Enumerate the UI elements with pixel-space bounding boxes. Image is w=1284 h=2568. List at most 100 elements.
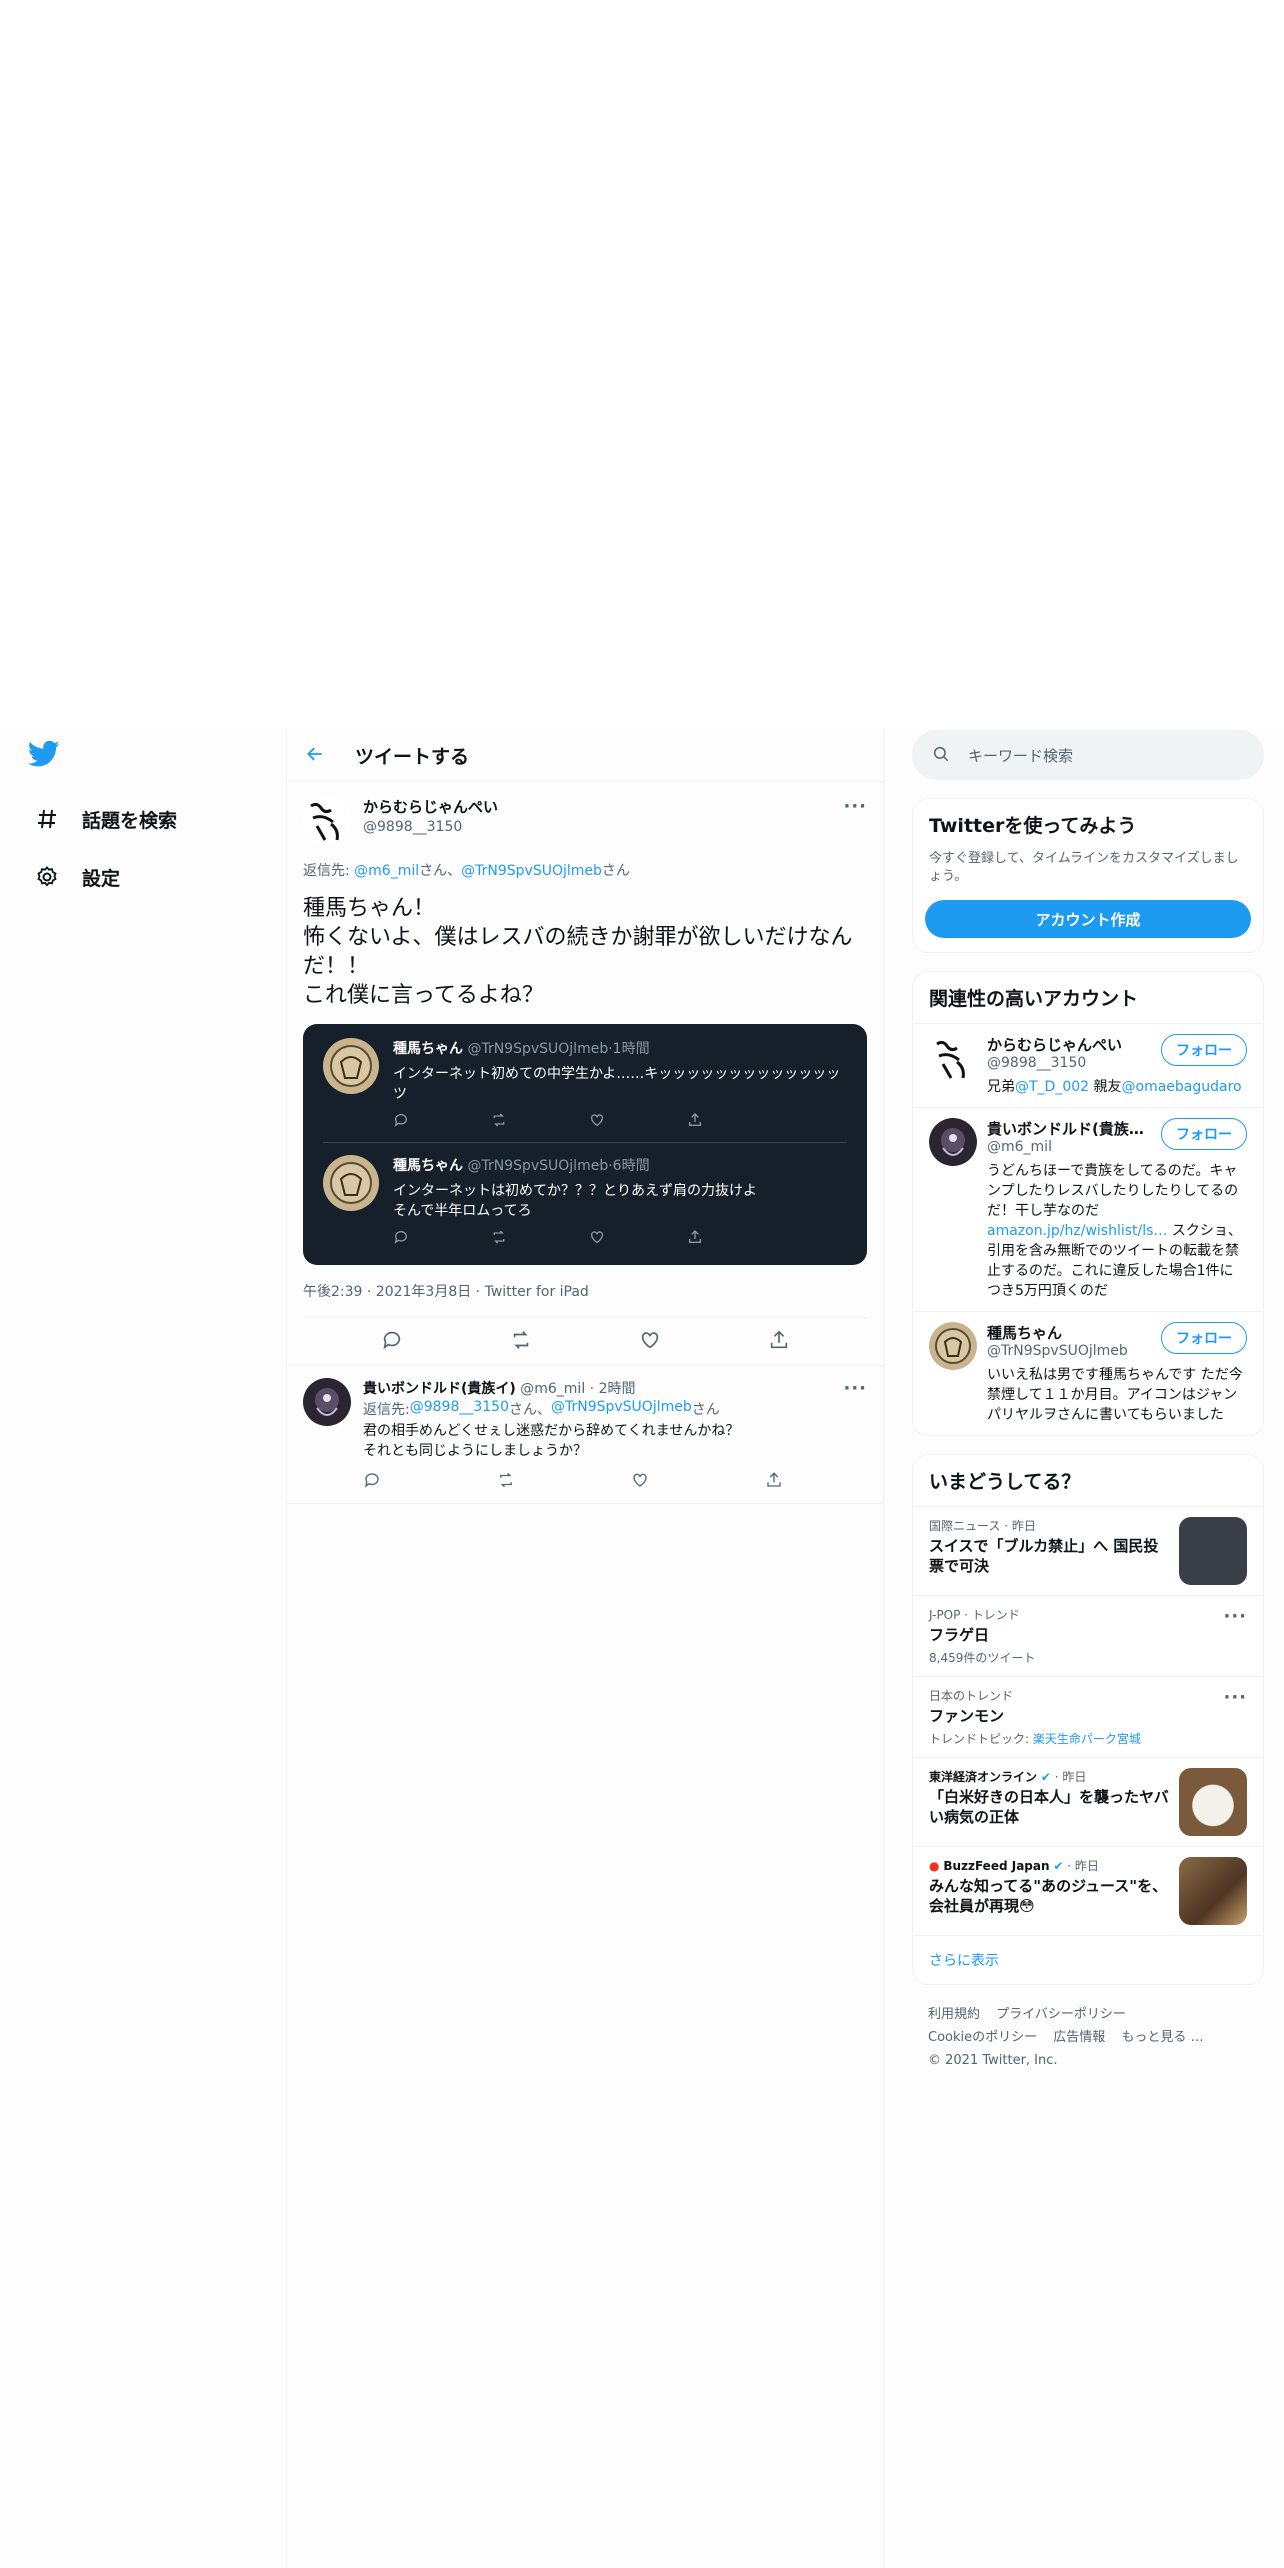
author-handle[interactable]: @9898__3150	[363, 819, 843, 835]
twitter-logo-icon[interactable]	[27, 740, 68, 776]
like-icon[interactable]	[589, 1229, 605, 1249]
trend-item[interactable]: J-POP · トレンド フラゲ日 8,459件のツイート ···	[913, 1595, 1263, 1676]
follow-button[interactable]: フォロー	[1161, 1034, 1247, 1066]
nav-settings[interactable]: 設定	[28, 848, 286, 906]
more-options-icon[interactable]: ···	[1223, 1687, 1247, 1747]
footer-ads-link[interactable]: 広告情報	[1053, 2030, 1105, 2045]
retweet-icon[interactable]	[510, 1329, 532, 1355]
reply-mention-1[interactable]: @m6_mil	[354, 863, 419, 879]
quoted-avatar[interactable]	[323, 1038, 379, 1094]
share-icon[interactable]	[765, 1471, 783, 1493]
footer-more-link[interactable]: もっと見る …	[1121, 2030, 1203, 2045]
quoted-avatar[interactable]	[323, 1155, 379, 1211]
reply-mention-2[interactable]: @TrN9SpvSUOjlmeb	[461, 863, 602, 879]
reply-mention-2[interactable]: @TrN9SpvSUOjlmeb	[551, 1399, 692, 1419]
like-icon[interactable]	[589, 1112, 605, 1132]
footer-privacy-link[interactable]: プライバシーポリシー	[996, 2007, 1126, 2022]
page: 話題を検索 設定 ツイートする からむらじゃんぺい @9898__3150 ··…	[0, 0, 1284, 2568]
retweet-icon[interactable]	[491, 1112, 507, 1132]
blank-top-area	[0, 0, 1284, 730]
reply-sep-2: さん	[691, 1402, 720, 1418]
more-options-icon[interactable]: ···	[843, 1378, 867, 1399]
main-action-bar	[287, 1318, 883, 1366]
reply-icon[interactable]	[381, 1329, 403, 1355]
reply-tweet[interactable]: 貴いボンドルド(貴族イ) @m6_mil · 2時間 ··· 返信先: @989…	[287, 1366, 883, 1504]
hashtag-icon	[32, 804, 62, 834]
quoted-tweet[interactable]: 種馬ちゃん @TrN9SpvSUOjlmeb·1時間 インターネット初めての中学…	[323, 1038, 847, 1142]
account-item[interactable]: 貴いボンドルド(貴族… @m6_mil フォロー うどんちほーで貴族をしてるのだ…	[913, 1107, 1263, 1311]
follow-button[interactable]: フォロー	[1161, 1118, 1247, 1150]
footer-terms-link[interactable]: 利用規約	[928, 2007, 980, 2022]
trend-topic-link[interactable]: 楽天生命パーク宮城	[1033, 1732, 1141, 1746]
retweet-icon[interactable]	[497, 1471, 515, 1493]
account-handle[interactable]: @m6_mil	[987, 1139, 1144, 1155]
bio-text: 兄弟	[987, 1079, 1015, 1095]
account-name[interactable]: 種馬ちゃん	[987, 1322, 1128, 1343]
signup-subtitle: 今すぐ登録して、タイムラインをカスタマイズしましょう。	[929, 851, 1239, 884]
create-account-button[interactable]: アカウント作成	[925, 900, 1251, 938]
trend-meta: 日本のトレンド	[929, 1689, 1014, 1703]
quoted-handle[interactable]: @TrN9SpvSUOjlmeb	[467, 1041, 608, 1057]
avatar[interactable]	[929, 1034, 977, 1082]
quoted-name[interactable]: 種馬ちゃん	[393, 1158, 463, 1174]
author-name[interactable]: からむらじゃんぺい	[363, 796, 843, 817]
avatar[interactable]	[303, 1378, 351, 1426]
trend-item[interactable]: 日本のトレンド ファンモン トレンドトピック: 楽天生命パーク宮城 ···	[913, 1676, 1263, 1757]
account-item[interactable]: 種馬ちゃん @TrN9SpvSUOjlmeb フォロー いいえ私は男です種馬ちゃ…	[913, 1311, 1263, 1435]
account-name[interactable]: 貴いボンドルド(貴族…	[987, 1118, 1144, 1139]
reply-author-handle[interactable]: @m6_mil	[520, 1381, 585, 1397]
share-icon[interactable]	[687, 1112, 703, 1132]
show-more-link[interactable]: さらに表示	[913, 1935, 1263, 1984]
account-handle[interactable]: @TrN9SpvSUOjlmeb	[987, 1343, 1128, 1359]
trend-item[interactable]: ● BuzzFeed Japan ✔ · 昨日 みんな知ってる"あのジュース"を…	[913, 1846, 1263, 1935]
quoted-time[interactable]: ·1時間	[608, 1041, 649, 1057]
trend-item[interactable]: 国際ニュース · 昨日 スイスで「ブルカ禁止」へ 国民投票で可決	[913, 1506, 1263, 1595]
reply-icon[interactable]	[393, 1229, 409, 1249]
avatar[interactable]	[929, 1322, 977, 1370]
account-body: からむらじゃんぺい @9898__3150 フォロー 兄弟@T_D_002 親友…	[987, 1034, 1247, 1097]
reply-prefix: 返信先:	[303, 863, 355, 879]
share-icon[interactable]	[768, 1329, 790, 1355]
related-accounts-card: 関連性の高いアカウント からむらじゃんぺい @9898__3150 フォロー 兄…	[912, 971, 1264, 1436]
reply-text: 君の相手めんどくせぇし迷惑だから辞めてくれませんかね？ それとも同じようにしまし…	[363, 1423, 740, 1459]
quoted-tweet[interactable]: 種馬ちゃん @TrN9SpvSUOjlmeb·6時間 インターネットは初めてか？…	[323, 1142, 847, 1259]
trend-meta: ● BuzzFeed Japan ✔ · 昨日	[929, 1857, 1169, 1874]
avatar[interactable]	[303, 796, 351, 844]
footer-cookie-link[interactable]: Cookieのポリシー	[928, 2030, 1037, 2045]
account-name[interactable]: からむらじゃんぺい	[987, 1034, 1122, 1055]
reply-author-name[interactable]: 貴いボンドルド(貴族イ)	[363, 1381, 516, 1397]
follow-button[interactable]: フォロー	[1161, 1322, 1247, 1354]
quoted-handle[interactable]: @TrN9SpvSUOjlmeb	[467, 1158, 608, 1174]
reply-time[interactable]: · 2時間	[590, 1381, 636, 1397]
account-top: からむらじゃんぺい @9898__3150 フォロー	[987, 1034, 1247, 1071]
reply-mention-1[interactable]: @9898__3150	[410, 1399, 509, 1419]
quoted-name[interactable]: 種馬ちゃん	[393, 1041, 463, 1057]
bio-mention[interactable]: @T_D_002	[1015, 1079, 1089, 1095]
trend-time: · 昨日	[1050, 1770, 1087, 1784]
account-handle[interactable]: @9898__3150	[987, 1055, 1122, 1071]
account-item[interactable]: からむらじゃんぺい @9898__3150 フォロー 兄弟@T_D_002 親友…	[913, 1023, 1263, 1107]
more-options-icon[interactable]: ···	[843, 796, 867, 817]
bio-link[interactable]: amazon.jp/hz/wishlist/ls…	[987, 1223, 1167, 1239]
share-icon[interactable]	[687, 1229, 703, 1249]
bio-mention[interactable]: @omaebagudaro	[1122, 1079, 1242, 1095]
quoted-time[interactable]: ·6時間	[608, 1158, 649, 1174]
nav-explore[interactable]: 話題を検索	[28, 790, 286, 848]
avatar[interactable]	[929, 1118, 977, 1166]
reply-icon[interactable]	[363, 1471, 381, 1493]
trend-item[interactable]: 東洋経済オンライン ✔ · 昨日 「白米好きの日本人」を襲ったヤバい病気の正体	[913, 1757, 1263, 1846]
more-options-icon[interactable]: ···	[1223, 1606, 1247, 1666]
trends-card: いまどうしてる？ 国際ニュース · 昨日 スイスで「ブルカ禁止」へ 国民投票で可…	[912, 1454, 1264, 1985]
reply-actions	[363, 1471, 783, 1493]
retweet-icon[interactable]	[491, 1229, 507, 1249]
quoted-thread[interactable]: 種馬ちゃん @TrN9SpvSUOjlmeb·1時間 インターネット初めての中学…	[303, 1024, 867, 1265]
back-arrow-icon[interactable]	[305, 744, 325, 768]
main-tweet: からむらじゃんぺい @9898__3150 ··· 返信先: @m6_milさん…	[287, 782, 883, 1318]
trend-thumbnail	[1179, 1768, 1247, 1836]
like-icon[interactable]	[631, 1471, 649, 1493]
tweet-meta[interactable]: 午後2:39 · 2021年3月8日 · Twitter for iPad	[303, 1281, 867, 1318]
like-icon[interactable]	[639, 1329, 661, 1355]
trend-thumbnail	[1179, 1517, 1247, 1585]
search-input[interactable]: キーワード検索	[912, 730, 1264, 780]
reply-icon[interactable]	[393, 1112, 409, 1132]
